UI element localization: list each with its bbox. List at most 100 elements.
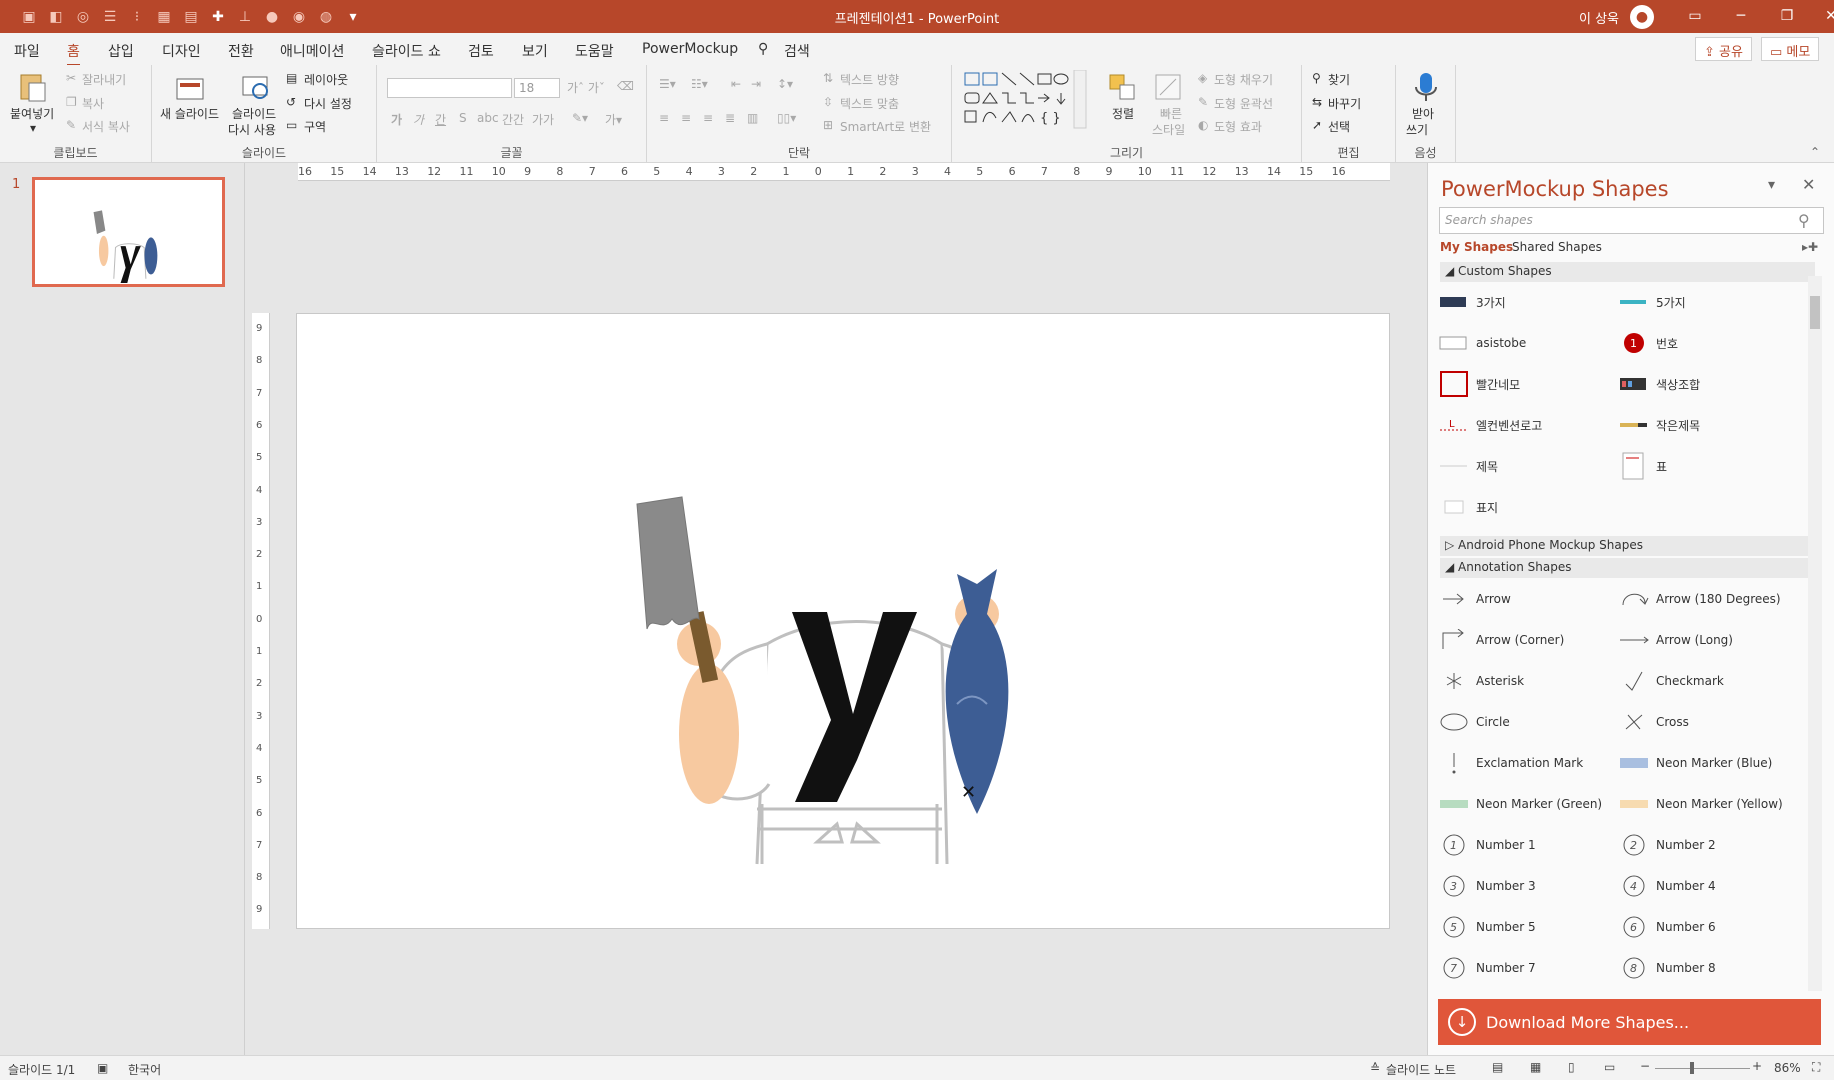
grow-font-icon[interactable]: 가ˆ 가ˇ [567, 79, 605, 96]
search-icon[interactable]: ⚲ [1798, 211, 1810, 230]
zoom-level[interactable]: 86% [1774, 1061, 1801, 1075]
annotation-shape-item[interactable]: Neon Marker (Yellow) [1618, 790, 1783, 818]
tab-powermockup[interactable]: PowerMockup [642, 41, 738, 57]
zoom-slider[interactable] [1655, 1068, 1750, 1069]
custom-shape-item[interactable]: 3가지 [1438, 288, 1506, 316]
shape-outline-icon[interactable]: ✎ [1198, 95, 1208, 109]
arrange-button[interactable]: 정렬 [1112, 105, 1134, 122]
custom-shape-item[interactable]: 제목 [1438, 452, 1498, 480]
tab-my-shapes[interactable]: My Shapes [1440, 240, 1513, 254]
underline-icon[interactable]: 간 [435, 111, 446, 128]
normal-view-icon[interactable]: ▤ [1492, 1060, 1503, 1074]
zoom-slider-thumb[interactable] [1690, 1062, 1694, 1074]
smartart-button[interactable]: SmartArt로 변환 [840, 118, 931, 135]
annotation-shape-item[interactable]: Neon Marker (Blue) [1618, 749, 1772, 777]
replace-button[interactable]: 바꾸기 [1328, 95, 1361, 112]
fit-to-window-icon[interactable]: ⛶ [1812, 1060, 1820, 1075]
annotation-shape-item[interactable]: 8 Number 8 [1618, 954, 1716, 982]
reset-button[interactable]: 다시 설정 [304, 95, 352, 112]
panel-options-icon[interactable]: ▾ [1768, 177, 1775, 193]
section-android[interactable]: ▷ Android Phone Mockup Shapes [1440, 536, 1815, 556]
shape-fill-button[interactable]: 도형 채우기 [1214, 71, 1273, 88]
arrange-icon[interactable] [1106, 71, 1138, 103]
microphone-icon[interactable] [1410, 71, 1442, 103]
font-color-icon[interactable]: 가▾ [605, 111, 622, 128]
highlight-icon[interactable]: ✎▾ [572, 111, 588, 125]
comments-button[interactable]: ▭ 메모 [1761, 37, 1820, 61]
shadow-icon[interactable]: S [459, 111, 467, 125]
share-button[interactable]: ⇪ 공유 [1695, 37, 1752, 61]
tell-me-search[interactable]: 검색 [784, 41, 810, 61]
align-right-icon[interactable]: ≡ [703, 111, 713, 125]
quick-styles-label-2[interactable]: 스타일 [1152, 121, 1185, 138]
decrease-indent-icon[interactable]: ⇤ [731, 77, 741, 91]
tab-shared-shapes[interactable]: Shared Shapes [1512, 240, 1602, 254]
increase-indent-icon[interactable]: ⇥ [751, 77, 761, 91]
scrollbar-thumb[interactable] [1810, 296, 1820, 329]
panel-close-icon[interactable]: ✕ [1802, 175, 1815, 194]
select-icon[interactable]: ➚ [1312, 118, 1322, 132]
cut-button[interactable]: 잘라내기 [82, 71, 126, 88]
text-direction-icon[interactable]: ⇅ [823, 71, 833, 85]
italic-icon[interactable]: 가 [413, 111, 424, 128]
slide-sorter-icon[interactable]: ▦ [1530, 1060, 1541, 1074]
annotation-shape-item[interactable]: Arrow [1438, 585, 1511, 613]
tab-transitions[interactable]: 전환 [228, 41, 254, 61]
copy-button[interactable]: 복사 [82, 95, 104, 112]
custom-shape-item[interactable]: L 엘컨벤션로고 [1438, 411, 1542, 439]
search-icon[interactable]: ⚲ [758, 41, 768, 57]
custom-shape-item[interactable]: 색상조합 [1618, 370, 1700, 398]
bullets-icon[interactable]: ☰▾ [659, 77, 676, 91]
annotation-shape-item[interactable]: Arrow (180 Degrees) [1618, 585, 1781, 613]
font-name-field[interactable] [387, 78, 512, 98]
shapes-gallery[interactable]: { } [962, 70, 1088, 130]
restore-icon[interactable]: ❐ [1764, 0, 1810, 33]
tab-slideshow[interactable]: 슬라이드 쇼 [372, 41, 441, 61]
notes-button[interactable]: 슬라이드 노트 [1386, 1061, 1456, 1078]
custom-shape-item[interactable]: 빨간네모 [1438, 370, 1520, 398]
paste-icon[interactable] [17, 71, 49, 103]
align-left-icon[interactable]: ≡ [659, 111, 669, 125]
ribbon-display-icon[interactable]: ▭ [1672, 0, 1718, 33]
custom-shape-item[interactable]: 작은제목 [1618, 411, 1700, 439]
annotation-shape-item[interactable]: Arrow (Corner) [1438, 626, 1564, 654]
align-text-icon[interactable]: ⇳ [823, 95, 833, 109]
numbering-icon[interactable]: ☷▾ [691, 77, 708, 91]
close-icon[interactable]: ✕ [1808, 0, 1834, 33]
quick-styles-icon[interactable] [1152, 71, 1184, 103]
download-more-shapes-button[interactable]: ↓ Download More Shapes... [1438, 999, 1821, 1045]
reading-view-icon[interactable]: ▯ [1568, 1060, 1575, 1074]
new-slide-button[interactable]: 새 슬라이드 [160, 105, 219, 122]
minimize-icon[interactable]: ─ [1718, 0, 1764, 33]
slide-canvas[interactable]: ✕ [296, 313, 1390, 929]
justify-icon[interactable]: ≣ [725, 111, 735, 125]
annotation-shape-item[interactable]: 3 Number 3 [1438, 872, 1536, 900]
distributed-icon[interactable]: ▥ [747, 111, 758, 125]
annotation-shape-item[interactable]: Neon Marker (Green) [1438, 790, 1602, 818]
align-text-button[interactable]: 텍스트 맞춤 [840, 95, 899, 112]
custom-shape-item[interactable]: 표지 [1438, 493, 1498, 521]
layout-icon[interactable]: ▤ [286, 71, 297, 85]
chef-illustration[interactable]: ✕ [297, 314, 1391, 930]
accessibility-icon[interactable]: ▣ [97, 1061, 108, 1075]
custom-shape-item[interactable]: 1 번호 [1618, 329, 1678, 357]
font-size-field[interactable]: 18 [514, 78, 560, 98]
columns-icon[interactable]: ▯▯▾ [777, 111, 796, 125]
replace-icon[interactable]: ⇆ [1312, 95, 1322, 109]
panel-nav-icon[interactable]: ▸✚ [1802, 240, 1818, 254]
reset-icon[interactable]: ↺ [286, 95, 296, 109]
annotation-shape-item[interactable]: 4 Number 4 [1618, 872, 1716, 900]
section-icon[interactable]: ▭ [286, 118, 297, 132]
bold-icon[interactable]: 가 [391, 111, 402, 128]
panel-scrollbar[interactable] [1808, 276, 1822, 991]
language-status[interactable]: 한국어 [128, 1061, 161, 1078]
reuse-slides-label-1[interactable]: 슬라이드 [232, 105, 276, 122]
text-direction-button[interactable]: 텍스트 방향 [840, 71, 899, 88]
annotation-shape-item[interactable]: Arrow (Long) [1618, 626, 1733, 654]
shapes-search-input[interactable]: Search shapes [1439, 207, 1824, 234]
annotation-shape-item[interactable]: 5 Number 5 [1438, 913, 1536, 941]
zoom-out-icon[interactable]: − [1640, 1059, 1650, 1073]
slideshow-view-icon[interactable]: ▭ [1604, 1060, 1615, 1074]
tab-help[interactable]: 도움말 [575, 41, 614, 61]
paste-button[interactable]: 붙여넣기 [10, 105, 54, 122]
